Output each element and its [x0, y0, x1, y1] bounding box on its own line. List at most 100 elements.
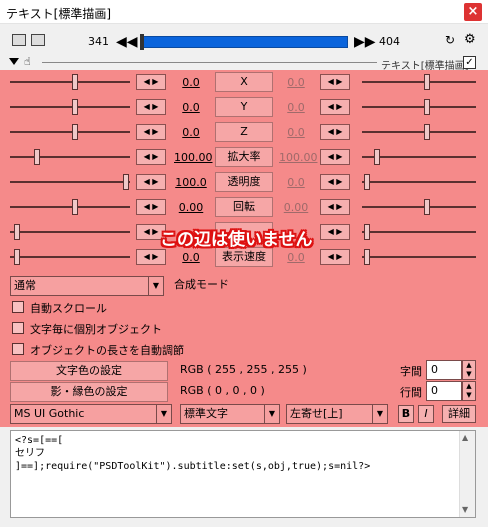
auto-scroll-label: 自動スクロール: [30, 302, 107, 315]
seek-knob[interactable]: [140, 34, 144, 50]
stepper-left[interactable]: ◀ ▶: [136, 249, 166, 265]
stepper-right[interactable]: ◀ ▶: [320, 199, 350, 215]
auto-length-label: オブジェクトの長さを自動調節: [30, 344, 184, 357]
scroll-down-icon[interactable]: ▼: [462, 505, 468, 514]
value-end[interactable]: 0.0: [279, 101, 313, 114]
close-button[interactable]: ×: [464, 3, 482, 21]
value-end[interactable]: 0.0: [279, 76, 313, 89]
param-button[interactable]: 回転: [215, 197, 273, 217]
stepper-right[interactable]: ◀ ▶: [320, 249, 350, 265]
settings-icon[interactable]: ⚙: [464, 32, 476, 47]
collapse-triangle-icon[interactable]: [9, 58, 19, 65]
text-color-button[interactable]: 文字色の設定: [10, 361, 168, 381]
value-end[interactable]: 0.0: [279, 126, 313, 139]
value-end[interactable]: 0.0: [279, 176, 313, 189]
value-end[interactable]: 0.00: [279, 201, 313, 214]
char-spacing-input[interactable]: 0: [426, 360, 462, 380]
param-button[interactable]: 表示速度: [215, 247, 273, 267]
slider-track-right: [362, 106, 476, 108]
stepper-left[interactable]: ◀ ▶: [136, 124, 166, 140]
text-style-select[interactable]: 標準文字 ▼: [180, 404, 280, 424]
stepper-left[interactable]: ◀ ▶: [136, 149, 166, 165]
stepper-left[interactable]: ◀ ▶: [136, 199, 166, 215]
shadow-color-button[interactable]: 影・縁色の設定: [10, 382, 168, 402]
slider-track-left: [10, 131, 130, 133]
blend-mode-select[interactable]: 通常 ▼: [10, 276, 164, 296]
camera-icon[interactable]: [12, 34, 26, 46]
font-select[interactable]: MS UI Gothic ▼: [10, 404, 172, 424]
scroll-up-icon[interactable]: ▲: [462, 433, 468, 442]
align-select[interactable]: 左寄せ[上] ▼: [286, 404, 388, 424]
stepper-right[interactable]: ◀ ▶: [320, 74, 350, 90]
layer-icon[interactable]: [31, 34, 45, 46]
stepper-right[interactable]: ◀ ▶: [320, 174, 350, 190]
stepper-right[interactable]: ◀ ▶: [320, 124, 350, 140]
object-enabled-checkbox[interactable]: ✓: [463, 56, 476, 69]
stepper-left[interactable]: ◀ ▶: [136, 99, 166, 115]
slider-thumb-right[interactable]: [374, 149, 380, 165]
slider-thumb-left[interactable]: [72, 199, 78, 215]
param-button[interactable]: Y: [215, 97, 273, 117]
blend-mode-value: 通常: [14, 279, 36, 292]
char-spacing-label: 字間: [400, 365, 422, 378]
stepper-left[interactable]: ◀ ▶: [136, 174, 166, 190]
slider-thumb-left[interactable]: [34, 149, 40, 165]
per-char-object-checkbox[interactable]: [12, 322, 24, 334]
stepper-right[interactable]: ◀ ▶: [320, 224, 350, 240]
italic-button[interactable]: I: [418, 405, 434, 423]
slider-thumb-right[interactable]: [424, 199, 430, 215]
slider-thumb-left[interactable]: [123, 174, 129, 190]
window-title: テキスト[標準描画]: [6, 7, 112, 21]
param-button[interactable]: Z: [215, 122, 273, 142]
line-spacing-input[interactable]: 0: [426, 381, 462, 401]
slider-thumb-right[interactable]: [364, 174, 370, 190]
slider-thumb-left[interactable]: [14, 249, 20, 265]
value-end[interactable]: 100.00: [279, 151, 318, 164]
slider-track-left: [10, 181, 130, 183]
slider-track-right: [362, 231, 476, 233]
blend-mode-label: 合成モード: [174, 278, 229, 291]
char-spacing-stepper[interactable]: ▲ ▼: [462, 360, 476, 380]
value-start[interactable]: 0.0: [174, 76, 208, 89]
slider-track-left: [10, 256, 130, 258]
slider-track-right: [362, 256, 476, 258]
auto-scroll-checkbox[interactable]: [12, 301, 24, 313]
slider-thumb-left[interactable]: [72, 74, 78, 90]
seekbar[interactable]: [141, 36, 348, 48]
stepper-right[interactable]: ◀ ▶: [320, 99, 350, 115]
stepper-left[interactable]: ◀ ▶: [136, 74, 166, 90]
slider-thumb-left[interactable]: [72, 124, 78, 140]
line-spacing-stepper[interactable]: ▲ ▼: [462, 381, 476, 401]
value-start[interactable]: 0.00: [174, 201, 208, 214]
stepper-right[interactable]: ◀ ▶: [320, 149, 350, 165]
value-start[interactable]: 0.0: [174, 251, 208, 264]
value-start[interactable]: 0.0: [174, 126, 208, 139]
param-button[interactable]: 拡大率: [215, 147, 273, 167]
loop-icon[interactable]: ↻: [445, 33, 455, 47]
auto-length-checkbox[interactable]: [12, 343, 24, 355]
text-input[interactable]: <?s=[==[セリフ]==];require("PSDToolKit").su…: [10, 430, 476, 518]
param-button[interactable]: X: [215, 72, 273, 92]
slider-thumb-right[interactable]: [424, 74, 430, 90]
detail-button[interactable]: 詳細: [442, 405, 476, 423]
slider-thumb-left[interactable]: [14, 224, 20, 240]
frame-end: 404: [379, 35, 400, 48]
value-start[interactable]: 100.00: [174, 151, 213, 164]
bold-button[interactable]: B: [398, 405, 414, 423]
value-end[interactable]: 0.0: [279, 251, 313, 264]
slider-thumb-right[interactable]: [364, 224, 370, 240]
prev-frame-button[interactable]: ◀◀: [116, 35, 138, 49]
slider-thumb-right[interactable]: [424, 124, 430, 140]
param-button[interactable]: 透明度: [215, 172, 273, 192]
slider-thumb-right[interactable]: [424, 99, 430, 115]
slider-track-right: [362, 81, 476, 83]
value-start[interactable]: 0.0: [174, 101, 208, 114]
slider-track-right: [362, 181, 476, 183]
next-frame-button[interactable]: ▶▶: [354, 35, 376, 49]
slider-thumb-left[interactable]: [72, 99, 78, 115]
slider-track-left: [10, 106, 130, 108]
text-line: <?s=[==[: [15, 435, 64, 446]
slider-thumb-right[interactable]: [364, 249, 370, 265]
header-divider: [42, 62, 377, 63]
value-start[interactable]: 100.0: [174, 176, 208, 189]
